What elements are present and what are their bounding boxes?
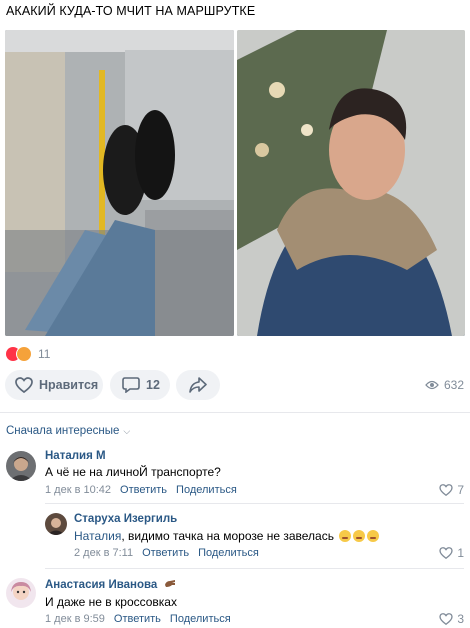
comment-date[interactable]: 1 дек в 9:59 [45, 613, 105, 625]
comment-text-body: , видимо тачка на морозе не завелась [121, 529, 334, 543]
comment-like[interactable]: 7 [439, 483, 464, 497]
face-icon [16, 346, 32, 362]
comment-text: Наталия, видимо тачка на морозе не завел… [74, 529, 380, 543]
comment-like[interactable]: 1 [439, 546, 464, 560]
divider [0, 412, 470, 413]
comment-meta: 1 дек в 9:59 Ответить Поделиться [45, 613, 231, 625]
comment-like-count: 7 [457, 483, 464, 497]
share-button[interactable] [176, 370, 220, 400]
reply-link[interactable]: Ответить [120, 484, 167, 496]
post-title: АКАКИЙ КУДА-ТО МЧИТ НА МАРШРУТКЕ [6, 4, 256, 18]
heart-outline-icon [15, 377, 33, 393]
avatar[interactable] [45, 513, 67, 535]
hand-emoji-icon [164, 580, 175, 587]
post-actions: Нравится 12 632 [0, 370, 470, 404]
share-link[interactable]: Поделиться [176, 484, 237, 496]
grimace-emoji-icon [367, 530, 380, 542]
mention-link[interactable]: Наталия [74, 529, 121, 543]
comments-sort[interactable]: Сначала интересные ⌵ [6, 425, 130, 437]
comment-button[interactable]: 12 [110, 370, 170, 400]
comment-meta: 1 дек в 10:42 Ответить Поделиться [45, 484, 237, 496]
post-photos [5, 30, 465, 336]
comment-separator [45, 568, 464, 569]
eye-icon [425, 380, 439, 390]
comment-author-name: Анастасия Иванова [45, 579, 158, 591]
share-link[interactable]: Поделиться [198, 547, 259, 559]
comment-like-count: 3 [457, 612, 464, 626]
comment-date[interactable]: 1 дек в 10:42 [45, 484, 111, 496]
reactions-count: 11 [38, 347, 51, 361]
heart-outline-icon [439, 613, 453, 625]
comment-separator [45, 503, 464, 504]
chevron-down-icon: ⌵ [123, 425, 131, 436]
share-link[interactable]: Поделиться [170, 613, 231, 625]
avatar[interactable] [6, 578, 36, 608]
heart-outline-icon [439, 484, 453, 496]
comment-like-count: 1 [457, 546, 464, 560]
comment-like[interactable]: 3 [439, 612, 464, 626]
photo-selfie[interactable] [237, 30, 465, 336]
photo-minibus[interactable] [5, 30, 234, 336]
sort-label: Сначала интересные [6, 425, 120, 437]
reply-link[interactable]: Ответить [142, 547, 189, 559]
comment-meta: 2 дек в 7:11 Ответить Поделиться [74, 547, 259, 559]
grimace-emoji-icon [353, 530, 366, 542]
grimace-emoji-icon [339, 530, 352, 542]
comment-author[interactable]: Анастасия Иванова [45, 579, 176, 591]
comment-author[interactable]: Старуха Изергиль [74, 513, 177, 525]
like-label: Нравится [39, 378, 99, 392]
comments-count: 12 [146, 378, 160, 392]
comment-author[interactable]: Наталия М [45, 450, 106, 462]
views-counter: 632 [425, 378, 464, 392]
avatar[interactable] [6, 451, 36, 481]
comment-date[interactable]: 2 дек в 7:11 [74, 547, 133, 559]
reply-link[interactable]: Ответить [114, 613, 161, 625]
comment-text: А чё не на личноЙ транспорте? [45, 465, 221, 479]
reactions[interactable]: 11 [6, 346, 50, 362]
views-count: 632 [443, 378, 464, 392]
comment-icon [122, 377, 140, 393]
heart-outline-icon [439, 547, 453, 559]
like-button[interactable]: Нравится [5, 370, 103, 400]
share-icon [189, 377, 207, 393]
comment-text: И даже не в кроссовках [45, 595, 177, 609]
